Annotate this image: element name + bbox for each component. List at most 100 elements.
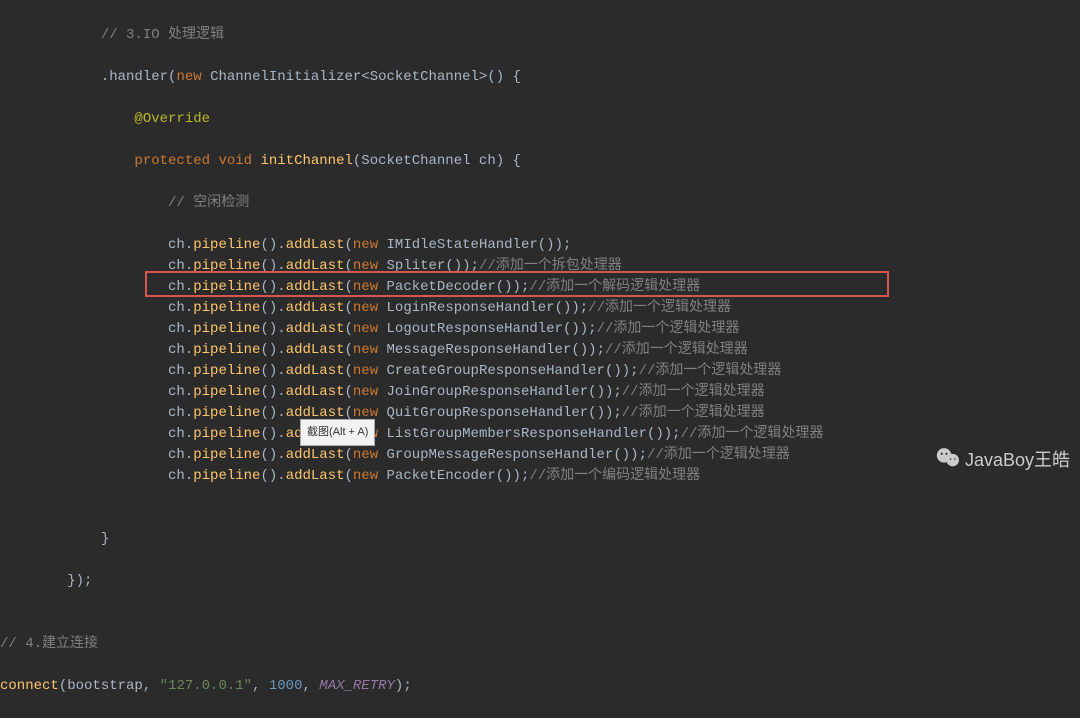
code-text: ch. xyxy=(168,258,193,274)
code-text: (). xyxy=(260,405,285,421)
keyword: new xyxy=(353,342,378,358)
code-line: ch.pipeline().addLast(new JoinGroupRespo… xyxy=(0,382,1080,403)
code-text: ( xyxy=(345,300,353,316)
code-text: ()); xyxy=(496,279,530,295)
keyword: new xyxy=(353,468,378,484)
code-line: ch.pipeline().addLast(new LogoutResponse… xyxy=(0,319,1080,340)
code-text: ch. xyxy=(168,426,193,442)
code-line: ch.pipeline().addLast(new MessageRespons… xyxy=(0,340,1080,361)
code-text: (). xyxy=(260,300,285,316)
code-line: ch.pipeline().addLast(new LoginResponseH… xyxy=(0,298,1080,319)
code-text: (). xyxy=(260,426,285,442)
method: pipeline xyxy=(193,426,260,442)
class-ref: ListGroupMembersResponseHandler xyxy=(378,426,647,442)
code-text: ()); xyxy=(613,447,647,463)
code-text: ch. xyxy=(168,405,193,421)
keyword: new xyxy=(353,363,378,379)
code-line: ch.pipeline().addLast(new GroupMessageRe… xyxy=(0,445,1080,466)
method: addLast xyxy=(286,300,345,316)
code-text: (). xyxy=(260,258,285,274)
code-text: (). xyxy=(260,447,285,463)
class-ref: JoinGroupResponseHandler xyxy=(378,384,588,400)
code-line: }); xyxy=(0,571,1080,592)
comment: //添加一个逻辑处理器 xyxy=(588,300,731,316)
comment: //添加一个编码逻辑处理器 xyxy=(529,468,700,484)
code-text: ()); xyxy=(563,321,597,337)
method: addLast xyxy=(286,384,345,400)
string-literal: "127.0.0.1" xyxy=(160,678,252,694)
code-text: ( xyxy=(345,342,353,358)
code-text: ( xyxy=(345,279,353,295)
class-ref: GroupMessageResponseHandler xyxy=(378,447,613,463)
pipeline-block: ch.pipeline().addLast(new IMIdleStateHan… xyxy=(0,235,1080,487)
code-text: (). xyxy=(260,468,285,484)
keyword: new xyxy=(176,69,201,85)
comment: //添加一个逻辑处理器 xyxy=(597,321,740,337)
code-text: ch. xyxy=(168,468,193,484)
code-text: (bootstrap, xyxy=(59,678,160,694)
code-text: ( xyxy=(345,321,353,337)
class-ref: Spliter xyxy=(378,258,445,274)
method: pipeline xyxy=(193,384,260,400)
keyword: new xyxy=(353,300,378,316)
keyword: new xyxy=(353,321,378,337)
method: pipeline xyxy=(193,237,260,253)
method: addLast xyxy=(286,258,345,274)
method: addLast xyxy=(286,279,345,295)
method: pipeline xyxy=(193,363,260,379)
code-line: ch.pipeline().addLast(new PacketDecoder(… xyxy=(0,277,1080,298)
code-text: ch. xyxy=(168,363,193,379)
keyword: new xyxy=(353,237,378,253)
method: addLast xyxy=(286,237,345,253)
code-text: ()); xyxy=(588,405,622,421)
wechat-watermark: JavaBoy王皓 xyxy=(935,445,1070,476)
class-ref: LogoutResponseHandler xyxy=(378,321,563,337)
code-line: ch.pipeline().addLast(new IMIdleStateHan… xyxy=(0,235,1080,256)
code-line: // 4.建立连接 xyxy=(0,634,1080,655)
code-text: ( xyxy=(345,258,353,274)
code-text: ch. xyxy=(168,279,193,295)
class-ref: CreateGroupResponseHandler xyxy=(378,363,605,379)
code-text: ( xyxy=(345,237,353,253)
code-editor: // 3.IO 处理逻辑 .handler(new ChannelInitial… xyxy=(0,0,1080,718)
code-line: ch.pipeline().addLast(new Spliter());//添… xyxy=(0,256,1080,277)
code-text: ( xyxy=(345,447,353,463)
code-text: ()); xyxy=(588,384,622,400)
keyword: void xyxy=(210,153,252,169)
method: pipeline xyxy=(193,258,260,274)
method: pipeline xyxy=(193,279,260,295)
code-text: ()); xyxy=(496,468,530,484)
code-text: ()); xyxy=(555,300,589,316)
comment: //添加一个逻辑处理器 xyxy=(681,426,824,442)
comment: //添加一个逻辑处理器 xyxy=(639,363,782,379)
method: addLast xyxy=(286,321,345,337)
method: initChannel xyxy=(252,153,353,169)
code-text: .handler( xyxy=(101,69,177,85)
method: pipeline xyxy=(193,300,260,316)
comment: //添加一个拆包处理器 xyxy=(479,258,622,274)
code-text: ); xyxy=(395,678,412,694)
class-ref: IMIdleStateHandler xyxy=(378,237,538,253)
code-text: (SocketChannel ch) { xyxy=(353,153,521,169)
watermark-text: JavaBoy王皓 xyxy=(965,450,1070,471)
code-line: protected void initChannel(SocketChannel… xyxy=(0,151,1080,172)
class-ref: LoginResponseHandler xyxy=(378,300,554,316)
keyword: new xyxy=(353,384,378,400)
class-ref: PacketEncoder xyxy=(378,468,496,484)
comment: //添加一个逻辑处理器 xyxy=(605,342,748,358)
comment: // 3.IO 处理逻辑 xyxy=(101,27,224,43)
code-text: ()); xyxy=(647,426,681,442)
code-line: ch.pipeline().addLast(new PacketEncoder(… xyxy=(0,466,1080,487)
code-line: ch.pipeline().addLast(new CreateGroupRes… xyxy=(0,361,1080,382)
code-line: connect(bootstrap, "127.0.0.1", 1000, MA… xyxy=(0,676,1080,697)
code-text: (). xyxy=(260,384,285,400)
class-ref: QuitGroupResponseHandler xyxy=(378,405,588,421)
method: pipeline xyxy=(193,468,260,484)
wechat-icon xyxy=(935,445,961,476)
code-text: ()); xyxy=(445,258,479,274)
comment: //添加一个逻辑处理器 xyxy=(622,405,765,421)
method: pipeline xyxy=(193,342,260,358)
method: addLast xyxy=(286,468,345,484)
code-text: ch. xyxy=(168,447,193,463)
code-text: ch. xyxy=(168,300,193,316)
